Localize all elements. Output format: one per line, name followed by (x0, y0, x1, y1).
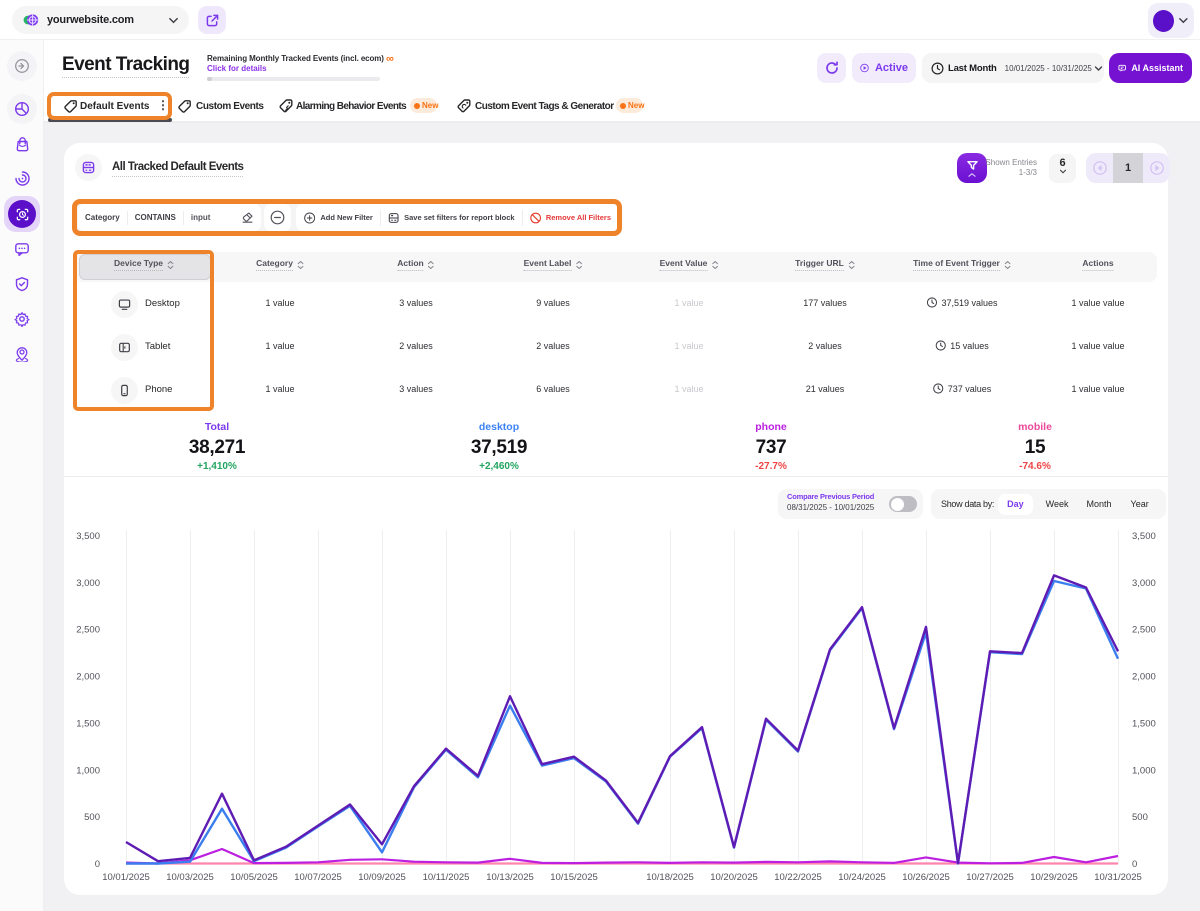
svg-text:10/29/2025: 10/29/2025 (1030, 872, 1078, 883)
svg-text:10/07/2025: 10/07/2025 (294, 872, 342, 883)
svg-text:10/13/2025: 10/13/2025 (486, 872, 534, 883)
svg-text:1,500: 1,500 (1132, 718, 1156, 729)
svg-text:3,500: 3,500 (76, 531, 100, 542)
svg-text:10/26/2025: 10/26/2025 (902, 872, 950, 883)
svg-text:2,000: 2,000 (1132, 672, 1156, 683)
svg-text:1,000: 1,000 (76, 765, 100, 776)
svg-text:2,000: 2,000 (76, 672, 100, 683)
svg-text:10/22/2025: 10/22/2025 (774, 872, 822, 883)
svg-text:2,500: 2,500 (76, 625, 100, 636)
svg-text:0: 0 (95, 859, 100, 870)
svg-text:10/20/2025: 10/20/2025 (710, 872, 758, 883)
svg-text:3,500: 3,500 (1132, 531, 1156, 542)
svg-text:10/03/2025: 10/03/2025 (166, 872, 214, 883)
svg-text:10/11/2025: 10/11/2025 (423, 872, 470, 883)
svg-text:10/09/2025: 10/09/2025 (358, 872, 406, 883)
svg-text:10/15/2025: 10/15/2025 (550, 872, 598, 883)
svg-text:1,500: 1,500 (76, 718, 100, 729)
svg-text:1,000: 1,000 (1132, 765, 1156, 776)
svg-text:500: 500 (84, 812, 100, 823)
svg-text:3,000: 3,000 (1132, 578, 1156, 589)
svg-text:0: 0 (1132, 859, 1137, 870)
svg-text:10/01/2025: 10/01/2025 (102, 872, 150, 883)
svg-text:2,500: 2,500 (1132, 625, 1156, 636)
svg-text:3,000: 3,000 (76, 578, 100, 589)
svg-text:10/18/2025: 10/18/2025 (646, 872, 694, 883)
svg-text:10/05/2025: 10/05/2025 (230, 872, 278, 883)
svg-text:10/24/2025: 10/24/2025 (838, 872, 886, 883)
svg-text:10/31/2025: 10/31/2025 (1094, 872, 1142, 883)
svg-text:500: 500 (1132, 812, 1148, 823)
svg-text:10/27/2025: 10/27/2025 (966, 872, 1014, 883)
